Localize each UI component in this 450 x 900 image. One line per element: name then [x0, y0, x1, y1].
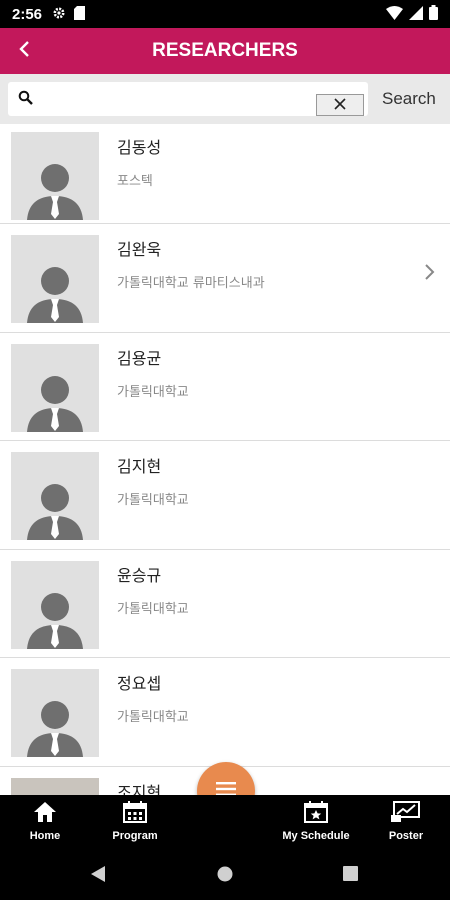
- researcher-affiliation: 가톨릭대학교: [117, 710, 189, 725]
- search-button[interactable]: Search: [382, 89, 436, 109]
- signal-icon: [409, 5, 423, 24]
- star-calendar-icon: [304, 801, 328, 827]
- avatar-placeholder: [11, 343, 99, 432]
- researchers-screen: 2:56 RESEARCHERS Search 김동성 포스텍 김완욱 가톨릭대…: [0, 0, 450, 900]
- search-bar: Search: [0, 74, 450, 124]
- search-box[interactable]: [8, 82, 368, 116]
- avatar-placeholder: [11, 560, 99, 649]
- list-item[interactable]: 김완욱 가톨릭대학교 류마티스내과: [0, 224, 450, 333]
- poster-icon: [391, 801, 421, 827]
- battery-icon: [429, 4, 438, 24]
- chevron-right-icon: [424, 262, 436, 286]
- list-item[interactable]: 김지현 가톨릭대학교: [0, 441, 450, 550]
- researcher-affiliation: 가톨릭대학교: [117, 384, 189, 400]
- status-icons-right: [386, 4, 438, 24]
- system-home-icon[interactable]: [217, 866, 233, 886]
- list-item[interactable]: 김동성 포스텍: [0, 124, 450, 224]
- researcher-name: 윤승규: [117, 565, 162, 585]
- bottom-nav: Home Program My Schedule Poster: [0, 795, 450, 848]
- home-icon: [33, 801, 57, 827]
- status-icons-left: [52, 5, 86, 24]
- researcher-affiliation: 가톨릭대학교: [117, 493, 189, 508]
- settings-icon: [52, 5, 66, 24]
- app-header: RESEARCHERS: [0, 28, 450, 74]
- status-bar: 2:56: [0, 0, 450, 28]
- wifi-icon: [386, 5, 403, 24]
- avatar-placeholder: [11, 669, 99, 757]
- system-back-icon[interactable]: [90, 865, 106, 887]
- search-icon: [18, 90, 33, 109]
- nav-poster[interactable]: Poster: [361, 795, 450, 848]
- sd-card-icon: [74, 5, 86, 24]
- researcher-photo: [11, 777, 99, 795]
- researcher-affiliation: 가톨릭대학교 류마티스내과: [117, 276, 265, 291]
- researcher-name: 정요셉: [117, 674, 162, 693]
- researcher-name: 김동성: [117, 138, 162, 157]
- list-item[interactable]: 정요셉 가톨릭대학교: [0, 658, 450, 767]
- clear-icon: [333, 96, 347, 115]
- researcher-name: 김완욱: [117, 240, 162, 259]
- system-nav-bar: [0, 848, 450, 900]
- nav-program[interactable]: Program: [90, 795, 180, 848]
- researcher-name: 조지현: [117, 782, 162, 796]
- list-item[interactable]: 윤승규 가톨릭대학교: [0, 550, 450, 658]
- researcher-name: 김지현: [117, 457, 162, 476]
- avatar-placeholder: [11, 132, 99, 220]
- status-time: 2:56: [12, 5, 43, 23]
- clear-button[interactable]: [316, 94, 364, 116]
- calendar-icon: [123, 801, 147, 827]
- system-recents-icon[interactable]: [343, 866, 358, 885]
- nav-my-schedule-label: My Schedule: [282, 830, 350, 842]
- nav-home-label: Home: [29, 830, 61, 842]
- nav-program-label: Program: [112, 830, 158, 842]
- avatar-placeholder: [11, 235, 99, 323]
- search-input[interactable]: [41, 84, 301, 114]
- nav-my-schedule[interactable]: My Schedule: [271, 795, 361, 848]
- researcher-name: 김용균: [117, 348, 162, 368]
- page-title: RESEARCHERS: [152, 40, 298, 61]
- avatar-placeholder: [11, 452, 99, 540]
- back-button[interactable]: [8, 28, 42, 74]
- nav-poster-label: Poster: [388, 830, 424, 842]
- back-arrow-icon: [18, 40, 32, 62]
- researcher-affiliation: 포스텍: [117, 174, 153, 189]
- researcher-list: 김동성 포스텍 김완욱 가톨릭대학교 류마티스내과 김용균 가톨릭대학교 김지현…: [0, 124, 450, 795]
- researcher-affiliation: 가톨릭대학교: [117, 601, 189, 617]
- nav-home[interactable]: Home: [0, 795, 90, 848]
- list-item[interactable]: 김용균 가톨릭대학교: [0, 333, 450, 441]
